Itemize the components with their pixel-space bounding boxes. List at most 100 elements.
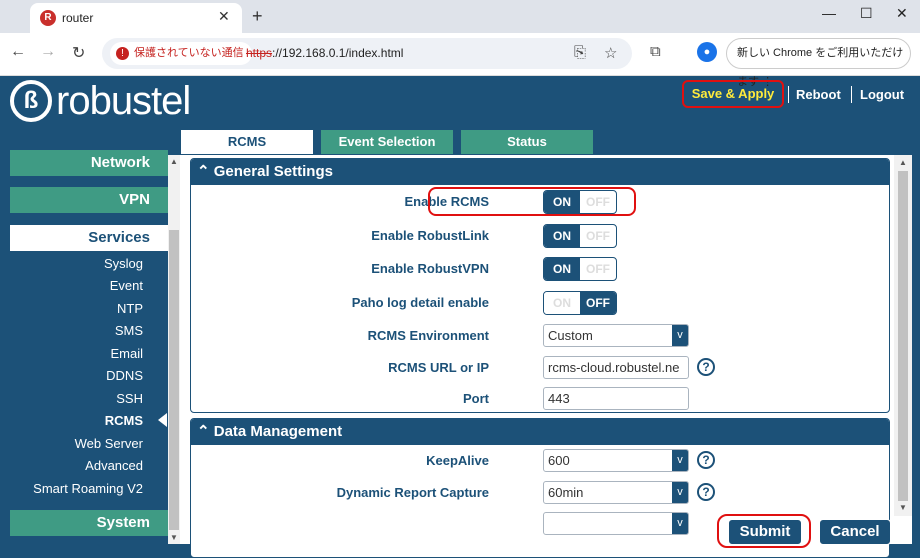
partial-select[interactable]: v [543, 512, 689, 535]
sidebar-item-sms[interactable]: SMS [115, 323, 143, 338]
collapse-icon: ⌃ [197, 423, 214, 440]
general-settings-title: General Settings [213, 163, 333, 180]
scroll-up-icon[interactable]: ▲ [170, 157, 178, 166]
help-icon[interactable]: ? [697, 358, 715, 376]
bookmark-star-icon[interactable]: ☆ [604, 44, 617, 62]
back-icon[interactable]: ← [10, 43, 26, 61]
data-management-header[interactable]: ⌃ Data Management [191, 419, 889, 445]
keepalive-value: 600 [548, 453, 570, 468]
main-scroll-thumb[interactable] [898, 171, 908, 501]
security-chip[interactable]: ! 保護されていない通信 [110, 42, 252, 65]
toggle-on-segment: ON [544, 292, 580, 314]
new-tab-icon[interactable]: + [252, 6, 263, 27]
paho-log-toggle[interactable]: ON OFF [543, 291, 617, 315]
tab-close-icon[interactable]: ✕ [218, 8, 230, 25]
profile-avatar-icon[interactable]: ● [697, 42, 717, 62]
highlight-submit [717, 514, 811, 548]
header-divider [851, 86, 852, 103]
dynamic-report-value: 60min [548, 485, 584, 500]
url-rest: ://192.168.0.1/index.html [272, 46, 404, 60]
rcms-environment-label: RCMS Environment [367, 328, 489, 343]
sidebar-category-network[interactable]: Network [10, 150, 168, 176]
chevron-down-icon: v [672, 325, 688, 346]
scroll-down-icon[interactable]: ▼ [170, 533, 178, 542]
translate-icon[interactable]: ⎘ [574, 44, 586, 61]
sidebar-item-ntp[interactable]: NTP [117, 301, 143, 316]
highlight-enable-rcms [428, 187, 636, 216]
reboot-link[interactable]: Reboot [796, 87, 841, 102]
general-settings-panel: ⌃ General Settings Enable RCMS ON OFF Ena… [190, 158, 890, 413]
sidebar-item-rcms[interactable]: RCMS [105, 413, 143, 428]
sidebar-scrollbar[interactable]: ▲ ▼ [168, 155, 180, 544]
scroll-up-icon[interactable]: ▲ [899, 158, 907, 167]
sidebar-scroll-thumb[interactable] [169, 230, 179, 530]
tab-rcms[interactable]: RCMS [181, 130, 313, 154]
url-scheme: https [246, 46, 273, 60]
help-icon[interactable]: ? [697, 451, 715, 469]
collapse-icon: ⌃ [197, 163, 214, 180]
cancel-button[interactable]: Cancel [819, 519, 891, 545]
tab-status[interactable]: Status [461, 130, 593, 154]
chrome-update-pill[interactable]: 新しい Chrome をご利用いただけます ⋮ [726, 38, 911, 88]
browser-tab[interactable]: R router ✕ [30, 3, 242, 33]
scroll-down-icon[interactable]: ▼ [899, 503, 907, 512]
sidebar-item-email[interactable]: Email [110, 346, 143, 361]
toggle-on-segment: ON [544, 225, 580, 247]
tab-title: router [62, 11, 94, 25]
chevron-down-icon: v [672, 450, 688, 471]
sidebar-item-smart-roaming[interactable]: Smart Roaming V2 [33, 481, 143, 496]
port-input[interactable]: 443 [543, 387, 689, 410]
chevron-down-icon: v [672, 513, 688, 534]
port-label: Port [463, 391, 489, 406]
sidebar-item-syslog[interactable]: Syslog [104, 256, 143, 271]
maximize-icon[interactable]: ☐ [860, 5, 873, 22]
data-management-title: Data Management [213, 423, 343, 440]
paho-log-label: Paho log detail enable [351, 295, 489, 310]
sidebar-category-vpn[interactable]: VPN [10, 187, 168, 213]
main-content: ⌃ General Settings Enable RCMS ON OFF Ena… [180, 155, 912, 558]
chevron-down-icon: v [672, 482, 688, 503]
url-text[interactable]: https://192.168.0.1/index.html [246, 46, 403, 60]
toggle-on-segment: ON [544, 258, 580, 280]
help-icon[interactable]: ? [697, 483, 715, 501]
sidebar-category-system[interactable]: System [10, 510, 168, 536]
minimize-icon[interactable]: — [822, 5, 836, 21]
window-close-icon[interactable]: ✕ [896, 5, 908, 22]
sidebar-item-ddns[interactable]: DDNS [106, 368, 143, 383]
sidebar-item-advanced[interactable]: Advanced [85, 458, 143, 473]
rcms-environment-select[interactable]: Custom v [543, 324, 689, 347]
keepalive-select[interactable]: 600 v [543, 449, 689, 472]
enable-robustvpn-toggle[interactable]: ON OFF [543, 257, 617, 281]
general-settings-header[interactable]: ⌃ General Settings [191, 159, 889, 185]
tab-event-selection[interactable]: Event Selection [321, 130, 453, 154]
browser-tab-bar: R router ✕ + — ☐ ✕ [0, 0, 920, 33]
dynamic-report-label: Dynamic Report Capture [336, 485, 489, 500]
keepalive-label: KeepAlive [426, 453, 489, 468]
toggle-off-segment: OFF [586, 229, 610, 243]
sidebar-item-ssh[interactable]: SSH [116, 391, 143, 406]
dynamic-report-select[interactable]: 60min v [543, 481, 689, 504]
main-scrollbar[interactable]: ▲ ▼ [894, 155, 912, 516]
rcms-url-input[interactable]: rcms-cloud.robustel.ne [543, 356, 689, 379]
extensions-icon[interactable]: ⧉ [650, 43, 661, 60]
header-divider [788, 86, 789, 103]
favicon-icon: R [40, 10, 56, 26]
forward-icon[interactable]: → [40, 43, 56, 61]
toggle-off-segment: OFF [586, 262, 610, 276]
sidebar-item-web-server[interactable]: Web Server [75, 436, 143, 451]
reload-icon[interactable]: ↻ [72, 43, 85, 63]
brand-name: robustel [56, 78, 191, 123]
rcms-url-label: RCMS URL or IP [388, 360, 489, 375]
robustel-logo: ß robustel [10, 78, 191, 123]
save-apply-button[interactable]: Save & Apply [682, 80, 784, 108]
sidebar-item-event[interactable]: Event [110, 278, 143, 293]
omnibox[interactable]: ! 保護されていない通信 https://192.168.0.1/index.ht… [102, 38, 632, 69]
enable-robustvpn-label: Enable RobustVPN [371, 261, 489, 276]
logout-link[interactable]: Logout [860, 87, 904, 102]
rcms-environment-value: Custom [548, 328, 593, 343]
robustel-logo-mark-icon: ß [10, 80, 52, 122]
enable-robustlink-toggle[interactable]: ON OFF [543, 224, 617, 248]
active-item-pointer [158, 413, 167, 427]
toggle-off-segment: OFF [580, 292, 616, 314]
sidebar-category-services[interactable]: Services [10, 225, 168, 251]
